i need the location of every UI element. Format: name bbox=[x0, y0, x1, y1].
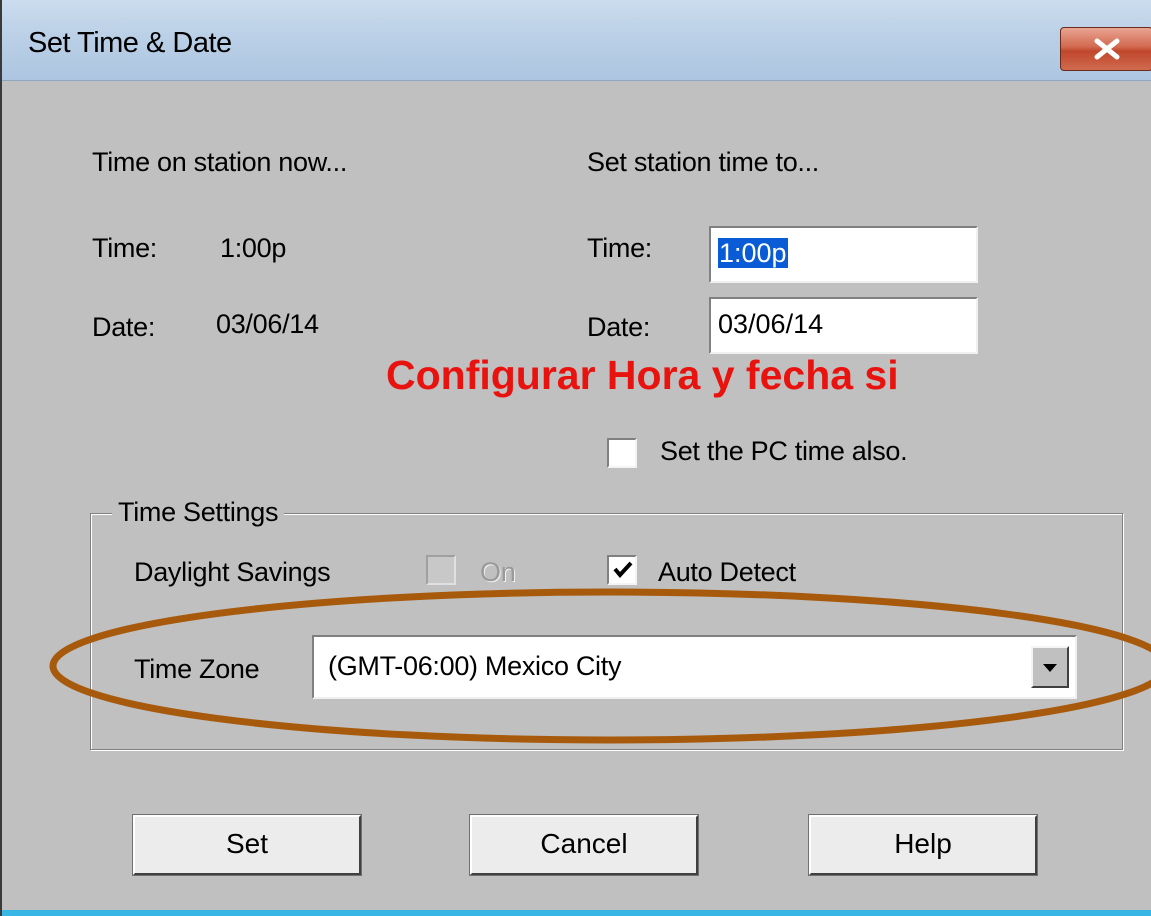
dialog-title: Set Time & Date bbox=[28, 27, 232, 59]
current-date-label: Date: bbox=[92, 312, 156, 342]
auto-detect-checkbox[interactable] bbox=[607, 555, 637, 585]
set-date-input-value: 03/06/14 bbox=[718, 309, 824, 339]
help-button[interactable]: Help bbox=[809, 815, 1037, 875]
set-time-heading: Set station time to... bbox=[587, 147, 820, 177]
title-bar: Set Time & Date bbox=[2, 0, 1151, 81]
time-zone-label: Time Zone bbox=[134, 654, 260, 684]
time-settings-title: Time Settings bbox=[112, 497, 285, 528]
current-time-heading: Time on station now... bbox=[92, 147, 348, 177]
set-pc-time-checkbox[interactable] bbox=[607, 438, 637, 468]
annotation-ellipse bbox=[49, 588, 1151, 744]
window-bottom-edge bbox=[2, 910, 1151, 916]
time-zone-dropdown-button[interactable] bbox=[1031, 646, 1069, 688]
set-time-label: Time: bbox=[587, 233, 652, 263]
annotation-text: Configurar Hora y fecha si bbox=[386, 352, 899, 398]
current-date-value: 03/06/14 bbox=[216, 309, 319, 339]
checkmark-icon bbox=[613, 561, 633, 579]
close-button[interactable] bbox=[1060, 27, 1151, 71]
time-zone-value: (GMT-06:00) Mexico City bbox=[328, 651, 622, 681]
chevron-down-icon bbox=[1043, 664, 1057, 672]
set-time-input-value: 1:00p bbox=[718, 238, 788, 268]
daylight-savings-label: Daylight Savings bbox=[134, 557, 331, 587]
set-pc-time-label: Set the PC time also. bbox=[660, 436, 908, 466]
cancel-button[interactable]: Cancel bbox=[470, 815, 698, 875]
set-time-input[interactable]: 1:00p bbox=[709, 226, 978, 283]
time-settings-group bbox=[90, 513, 1123, 750]
set-button[interactable]: Set bbox=[133, 815, 361, 875]
auto-detect-label: Auto Detect bbox=[658, 557, 796, 587]
close-icon bbox=[1094, 38, 1120, 60]
dst-on-checkbox[interactable] bbox=[426, 555, 456, 585]
time-zone-select[interactable]: (GMT-06:00) Mexico City bbox=[312, 635, 1077, 699]
set-time-date-dialog: Set Time & Date Time on station now... T… bbox=[0, 0, 1151, 916]
current-time-label: Time: bbox=[92, 233, 157, 263]
dst-on-label: On bbox=[480, 557, 516, 587]
set-date-label: Date: bbox=[587, 312, 651, 342]
set-date-input[interactable]: 03/06/14 bbox=[709, 297, 978, 354]
current-time-value: 1:00p bbox=[220, 233, 287, 263]
